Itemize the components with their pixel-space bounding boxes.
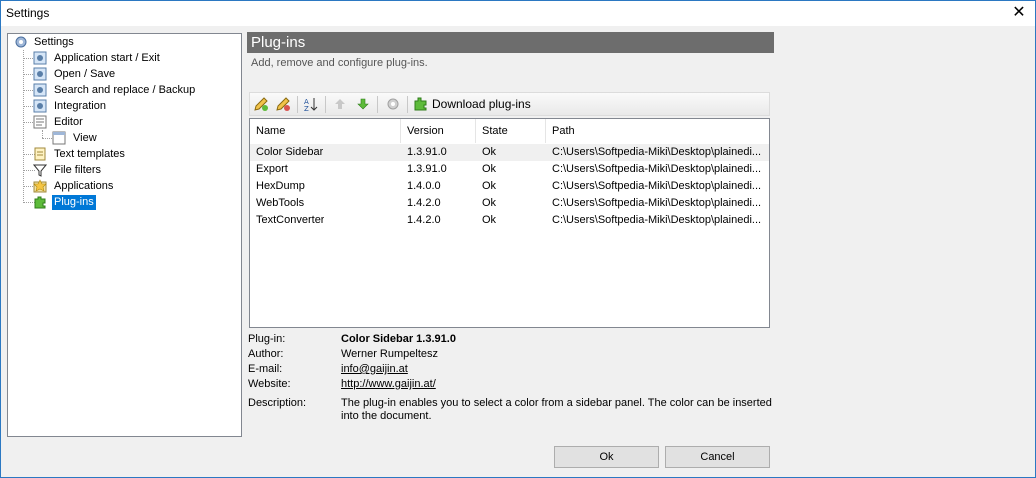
svg-text:Z: Z (304, 105, 309, 112)
view-icon (52, 131, 66, 145)
tree-item-label: View (73, 132, 97, 144)
description-line-2: into the document. (341, 410, 432, 422)
title-bar: Settings ✕ (1, 1, 1035, 26)
cancel-button[interactable]: Cancel (665, 446, 770, 468)
cell-version: 1.3.91.0 (407, 146, 447, 158)
table-row[interactable]: HexDump 1.4.0.0 Ok C:\Users\Softpedia-Mi… (250, 178, 769, 195)
plugins-list[interactable]: Name Version State Path Color Sidebar 1.… (249, 118, 770, 328)
table-row[interactable]: WebTools 1.4.2.0 Ok C:\Users\Softpedia-M… (250, 195, 769, 212)
author-value: Werner Rumpeltesz (341, 348, 438, 360)
cell-path: C:\Users\Softpedia-Miki\Desktop\plainedi… (552, 163, 762, 175)
move-up-icon[interactable] (332, 96, 348, 112)
settings-gear-icon (15, 36, 27, 48)
cell-name: HexDump (256, 180, 305, 192)
tree-item-label: Application start / Exit (54, 52, 160, 64)
ok-button[interactable]: Ok (554, 446, 659, 468)
sort-icon[interactable]: AZ (303, 96, 319, 112)
cell-state: Ok (482, 197, 497, 209)
author-label: Author: (248, 348, 284, 360)
integration-icon (33, 99, 47, 113)
cell-state: Ok (482, 180, 497, 192)
filter-icon (33, 164, 47, 177)
cell-version: 1.4.2.0 (407, 197, 441, 209)
table-row[interactable]: TextConverter 1.4.2.0 Ok C:\Users\Softpe… (250, 212, 769, 229)
tree-item-label: Editor (54, 116, 83, 128)
plugin-value: Color Sidebar 1.3.91.0 (341, 333, 456, 345)
cell-path: C:\Users\Softpedia-Miki\Desktop\plainedi… (552, 180, 762, 192)
tree-item-label: Plug-ins (52, 195, 96, 210)
tree-root-label: Settings (34, 36, 74, 48)
cell-state: Ok (482, 214, 497, 226)
website-label: Website: (248, 378, 291, 390)
table-row[interactable]: Color Sidebar 1.3.91.0 Ok C:\Users\Softp… (250, 144, 769, 161)
page-subtitle: Add, remove and configure plug-ins. (251, 57, 428, 69)
app-start-icon (33, 51, 47, 65)
description-label: Description: (248, 397, 307, 409)
cell-version: 1.4.2.0 (407, 214, 441, 226)
cell-name: WebTools (256, 197, 305, 209)
open-save-icon (33, 67, 47, 81)
download-plugins-button[interactable]: Download plug-ins (432, 97, 531, 111)
tree-item-label: Text templates (54, 148, 125, 160)
cell-version: 1.3.91.0 (407, 163, 447, 175)
tree-item-label: Applications (54, 180, 114, 192)
puzzle-icon (34, 196, 46, 209)
cell-path: C:\Users\Softpedia-Miki\Desktop\plainedi… (552, 146, 762, 158)
tree-item-label: Search and replace / Backup (54, 84, 196, 96)
applications-icon (33, 179, 47, 193)
configure-gear-icon[interactable] (385, 96, 401, 112)
move-down-icon[interactable] (355, 96, 371, 112)
close-icon[interactable]: ✕ (1009, 3, 1029, 23)
text-templates-icon (34, 147, 46, 161)
cell-state: Ok (482, 163, 497, 175)
editor-icon (33, 115, 47, 129)
page-title: Plug-ins (247, 32, 774, 53)
cell-path: C:\Users\Softpedia-Miki\Desktop\plainedi… (552, 214, 762, 226)
download-plugins-icon[interactable] (413, 96, 429, 112)
email-link[interactable]: info@gaijin.at (341, 363, 408, 375)
tree-item-label: File filters (54, 164, 102, 176)
plugins-toolbar: AZ Download plug-ins (249, 92, 770, 116)
remove-pencil-icon[interactable] (275, 96, 291, 112)
cell-name: TextConverter (256, 214, 325, 226)
tree-item-label: Integration (54, 100, 106, 112)
cell-name: Color Sidebar (256, 146, 324, 158)
column-header-version[interactable]: Version (401, 119, 476, 143)
search-replace-icon (33, 83, 47, 97)
email-label: E-mail: (248, 363, 283, 375)
tree-item-label: Open / Save (54, 68, 116, 80)
column-header-state[interactable]: State (476, 119, 546, 143)
website-link[interactable]: http://www.gaijin.at/ (341, 378, 436, 390)
description-line-1: The plug-in enables you to select a colo… (341, 397, 772, 409)
settings-tree[interactable]: Settings Application start / Exit Open /… (7, 33, 242, 437)
cell-name: Export (256, 163, 288, 175)
add-pencil-icon[interactable] (253, 96, 269, 112)
cell-path: C:\Users\Softpedia-Miki\Desktop\plainedi… (552, 197, 762, 209)
plugin-label: Plug-in: (248, 333, 286, 345)
cell-version: 1.4.0.0 (407, 180, 441, 192)
window-title: Settings (6, 6, 50, 20)
cell-state: Ok (482, 146, 497, 158)
column-header-name[interactable]: Name (250, 119, 401, 143)
column-header-path[interactable]: Path (546, 119, 769, 143)
table-row[interactable]: Export 1.3.91.0 Ok C:\Users\Softpedia-Mi… (250, 161, 769, 178)
